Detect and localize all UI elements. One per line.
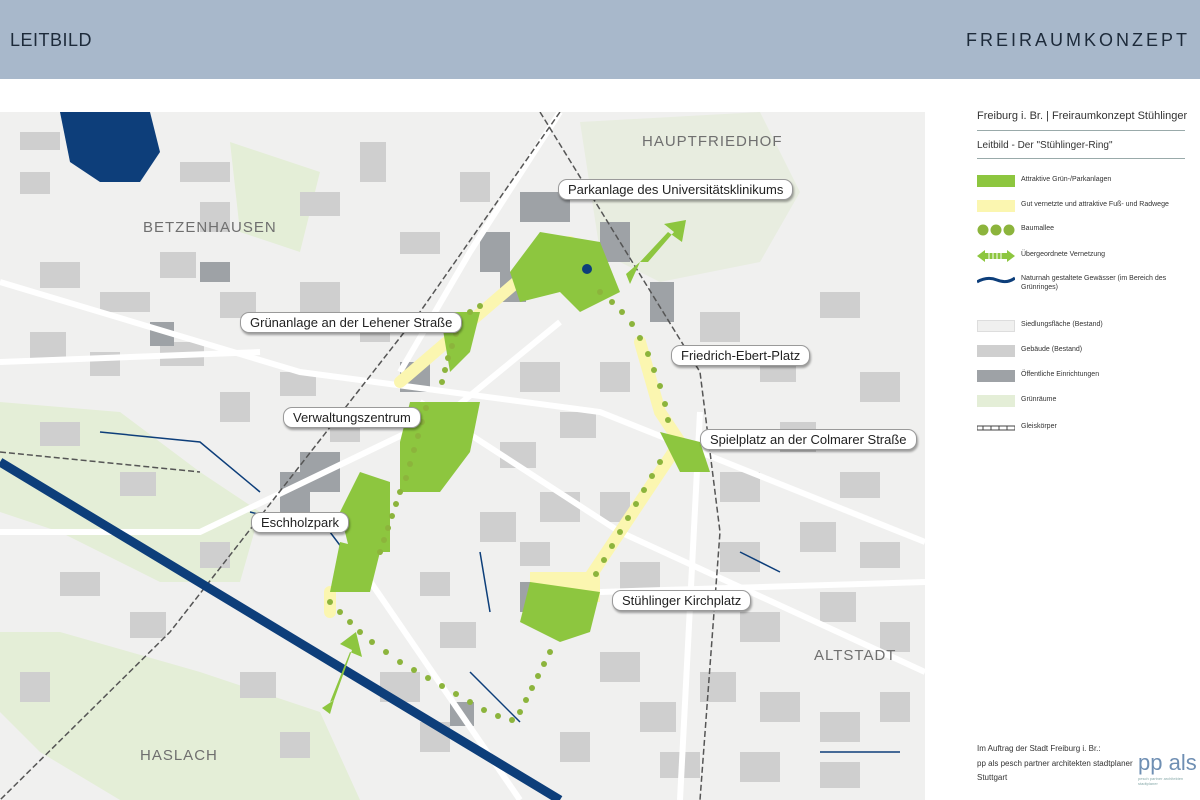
fountain-dot bbox=[582, 264, 592, 274]
district-label-haslach: HASLACH bbox=[140, 747, 218, 764]
tree-row-swatch bbox=[977, 224, 1015, 236]
legend-label: Naturnah gestaltete Gewässer (im Bereich… bbox=[1021, 275, 1167, 291]
public-building-swatch bbox=[977, 370, 1015, 382]
legend-subtitle: Leitbild - Der "Stühlinger-Ring" bbox=[977, 140, 1113, 151]
callout-gruenanlage[interactable]: Grünanlage an der Lehener Straße bbox=[240, 312, 463, 333]
header-right-title: FREIRAUMKONZEPT bbox=[965, 30, 1190, 50]
legend-label: Gebäude (Bestand) bbox=[1021, 346, 1083, 353]
legend-label: Attraktive Grün-/Parkanlagen bbox=[1021, 176, 1112, 183]
ppals-logo-subtitle: pesch partner architekten stadtplaner bbox=[1138, 776, 1184, 786]
path-swatch bbox=[977, 200, 1015, 212]
water-line-swatch bbox=[977, 276, 1015, 284]
legend-label: Gut vernetzte und attraktive Fuß- und Ra… bbox=[1021, 201, 1169, 208]
callout-spielplatz[interactable]: Spielplatz an der Colmarer Straße bbox=[700, 429, 917, 450]
building-swatch bbox=[977, 345, 1015, 357]
district-label-altstadt: ALTSTADT bbox=[814, 647, 897, 664]
footer-office: pp als pesch partner architekten stadtpl… bbox=[977, 759, 1133, 768]
footer-commission: Im Auftrag der Stadt Freiburg i. Br.: bbox=[977, 744, 1101, 753]
callout-friedrich-ebert-platz[interactable]: Friedrich-Ebert-Platz bbox=[671, 345, 811, 366]
map-drawing bbox=[0, 112, 925, 800]
map-canvas[interactable]: HAUPTFRIEDHOF BETZENHAUSEN ALTSTADT HASL… bbox=[0, 112, 925, 800]
district-label-hauptfriedhof: HAUPTFRIEDHOF bbox=[642, 133, 783, 150]
header-bar: LEITBILD FREIRAUMKONZEPT bbox=[0, 0, 1200, 79]
legend-divider-top bbox=[977, 130, 1185, 131]
legend-divider-bottom bbox=[977, 158, 1185, 159]
footer-city: Stuttgart bbox=[977, 773, 1008, 782]
rail-swatch bbox=[977, 425, 1015, 431]
callout-parkanlage[interactable]: Parkanlage des Universitätsklinikums bbox=[558, 179, 794, 200]
green-space-swatch bbox=[977, 395, 1015, 407]
legend-label: Grünräume bbox=[1021, 396, 1057, 403]
callout-verwaltungszentrum[interactable]: Verwaltungszentrum bbox=[283, 407, 421, 428]
callout-eschholzpark[interactable]: Eschholzpark bbox=[251, 512, 350, 533]
callout-stuehlinger-kirchplatz[interactable]: Stühlinger Kirchplatz bbox=[612, 590, 752, 611]
legend-label: Öffentliche Einrichtungen bbox=[1021, 371, 1100, 378]
header-left-title: LEITBILD bbox=[10, 30, 93, 50]
legend-title: Freiburg i. Br. | Freiraumkonzept Stühli… bbox=[977, 110, 1188, 122]
legend-label: Baumallee bbox=[1021, 225, 1055, 232]
green-park-swatch bbox=[977, 175, 1015, 187]
legend-label: Siedlungsfläche (Bestand) bbox=[1021, 321, 1103, 328]
legend-label: Gleiskörper bbox=[1021, 423, 1057, 430]
district-label-betzenhausen: BETZENHAUSEN bbox=[143, 219, 277, 236]
ppals-logo: pp als bbox=[1138, 750, 1197, 775]
double-arrow-swatch bbox=[977, 250, 1015, 262]
settlement-swatch bbox=[977, 320, 1015, 332]
legend-label: Übergeordnete Vernetzung bbox=[1021, 251, 1106, 258]
